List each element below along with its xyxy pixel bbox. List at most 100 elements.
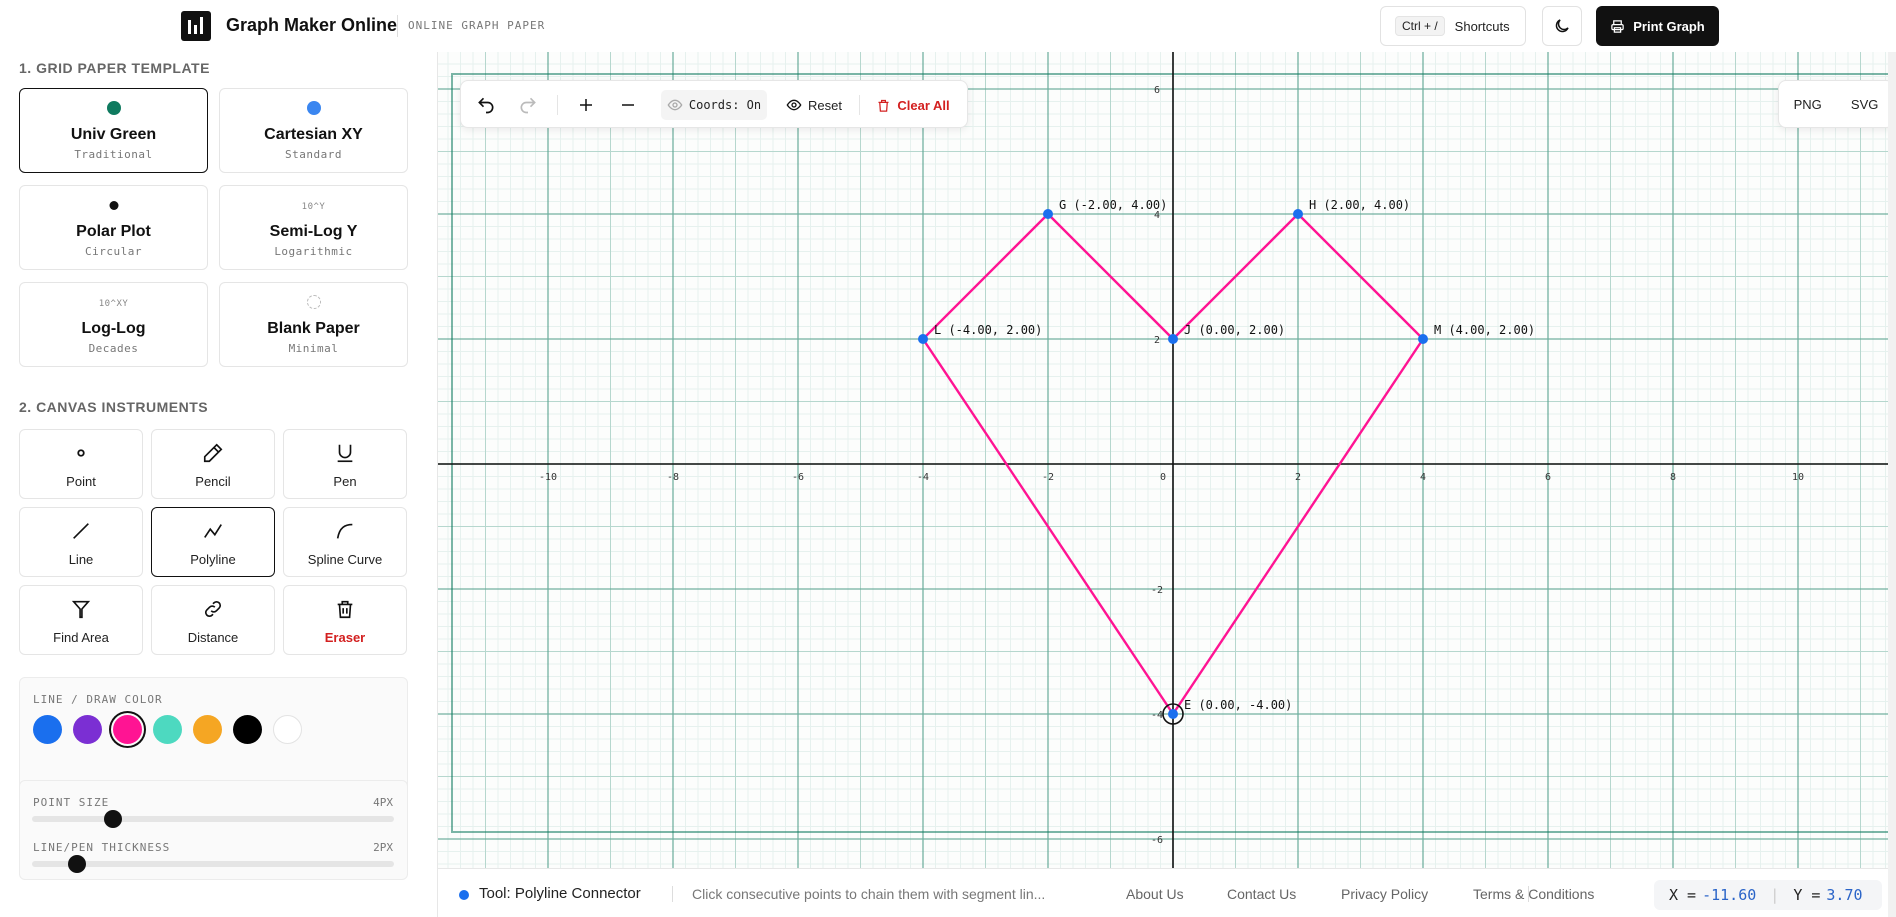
polyline-icon (204, 524, 222, 538)
tool-pen[interactable]: Pen (283, 429, 407, 499)
thickness-label: LINE/PEN THICKNESS (33, 841, 171, 854)
shortcuts-label: Shortcuts (1454, 18, 1510, 34)
clear-all-label: Clear All (897, 97, 950, 113)
point-label-g: G (-2.00, 4.00) (1059, 198, 1167, 212)
tool-label: Distance (187, 630, 239, 645)
reset-button[interactable]: Reset (781, 81, 847, 129)
instruments-section-title: 2. CANVAS INSTRUMENTS (19, 399, 209, 415)
shortcut-key-badge: Ctrl + / (1395, 16, 1445, 36)
thickness-value: 2PX (373, 841, 393, 854)
template-name: Semi-Log Y (269, 223, 358, 240)
coords-toggle[interactable]: Coords: On (661, 90, 767, 120)
pen-icon (337, 444, 353, 463)
shortcuts-button[interactable]: Ctrl + / Shortcuts (1380, 6, 1526, 46)
template-polar-plot[interactable]: Polar Plot Circular (19, 185, 208, 270)
zoom-out-button[interactable] (611, 81, 645, 129)
color-swatch-pink[interactable] (113, 715, 142, 744)
template-semi-log-y[interactable]: 10^Y Semi-Log Y Logarithmic (219, 185, 408, 270)
print-graph-button[interactable]: Print Graph (1596, 6, 1719, 46)
spline-icon (336, 523, 353, 539)
x-tick-label: 0 (1160, 472, 1166, 483)
template-univ-green[interactable]: Univ Green Traditional (19, 88, 208, 173)
tool-distance[interactable]: Distance (151, 585, 275, 655)
logo-chart-icon (181, 11, 211, 41)
x-tick-label: 2 (1295, 472, 1301, 483)
template-subtitle: Standard (285, 148, 342, 161)
clear-all-button[interactable]: Clear All (871, 81, 955, 129)
color-swatch-black[interactable] (233, 715, 262, 744)
tool-point[interactable]: Point (19, 429, 143, 499)
tool-eraser[interactable]: Eraser (283, 585, 407, 655)
status-hint: Click consecutive points to chain them w… (692, 886, 1046, 902)
point-icon (77, 449, 85, 457)
template-blank-paper[interactable]: Blank Paper Minimal (219, 282, 408, 367)
plus-icon (580, 99, 592, 111)
thickness-slider-handle[interactable] (68, 855, 87, 873)
color-swatch-orange[interactable] (193, 715, 222, 744)
trash-icon (337, 600, 353, 619)
y-tick-label: -4 (1151, 710, 1163, 721)
export-png-button[interactable]: PNG (1794, 97, 1822, 112)
template-cartesian-xy[interactable]: Cartesian XY Standard (219, 88, 408, 173)
tool-pencil[interactable]: Pencil (151, 429, 275, 499)
x-tick-label: 10 (1792, 472, 1804, 483)
sidebar: 1. GRID PAPER TEMPLATE Univ Green Tradit… (0, 52, 438, 917)
page-scrollbar[interactable] (1888, 52, 1896, 917)
black-dot-icon (109, 201, 118, 210)
brand-divider (397, 15, 398, 37)
point-label-l: L (-4.00, 2.00) (934, 323, 1042, 337)
y-tick-label: 6 (1154, 85, 1160, 96)
graph-background (438, 52, 1896, 868)
template-subtitle: Logarithmic (274, 245, 353, 258)
tool-line[interactable]: Line (19, 507, 143, 577)
brand-subtitle: ONLINE GRAPH PAPER (408, 19, 546, 32)
footer-link-about[interactable]: About Us (1126, 886, 1184, 902)
tool-polyline[interactable]: Polyline (151, 507, 275, 577)
point-l (918, 334, 928, 344)
template-log-log[interactable]: 10^XY Log-Log Decades (19, 282, 208, 367)
color-swatch-purple[interactable] (73, 715, 102, 744)
eye-icon (667, 99, 683, 111)
minus-icon (622, 104, 634, 106)
footer-link-terms[interactable]: Terms & Conditions (1473, 886, 1594, 902)
point-label-h: H (2.00, 4.00) (1309, 198, 1410, 212)
x-tick-label: 8 (1670, 472, 1676, 483)
export-svg-button[interactable]: SVG (1851, 97, 1878, 112)
point-e (1168, 709, 1178, 719)
footer-link-privacy[interactable]: Privacy Policy (1341, 886, 1428, 902)
x-tick-label: -2 (1042, 472, 1054, 483)
coords-label: Coords: On (688, 98, 762, 112)
graph-canvas[interactable]: -10 -8 -6 -4 -2 0 2 4 6 8 10 6 4 2 -2 -4 -6 G (-2.00, 4.0… (438, 52, 1896, 868)
point-size-slider-handle[interactable] (104, 810, 123, 828)
canvas-toolbar: Coords: On Reset Clear All (460, 80, 968, 128)
redo-button[interactable] (511, 81, 545, 129)
size-panel: POINT SIZE 4PX LINE/PEN THICKNESS 2PX (19, 780, 408, 880)
tool-spline-curve[interactable]: Spline Curve (283, 507, 407, 577)
dark-mode-toggle[interactable] (1542, 6, 1582, 46)
thickness-slider[interactable] (32, 855, 394, 873)
print-graph-label: Print Graph (1633, 18, 1705, 34)
color-swatch-teal[interactable] (153, 715, 182, 744)
point-size-value: 4PX (373, 796, 393, 809)
templates-section-title: 1. GRID PAPER TEMPLATE (19, 60, 210, 76)
template-subtitle: Minimal (288, 342, 339, 355)
undo-icon (478, 97, 494, 114)
graph-paper[interactable]: -10 -8 -6 -4 -2 0 2 4 6 8 10642-2-4-6G (-2.00, 4.0… (438, 52, 1896, 868)
blue-dot-icon (306, 101, 321, 115)
x-value: -11.60 (1702, 886, 1757, 904)
undo-button[interactable] (469, 81, 503, 129)
tool-label: Point (66, 474, 96, 489)
dashed-circle-icon (306, 295, 321, 309)
color-swatch-blue[interactable] (33, 715, 62, 744)
zoom-in-button[interactable] (569, 81, 603, 129)
x-tick-label: -6 (792, 472, 804, 483)
x-tick-label: -4 (917, 472, 929, 483)
color-swatch-white[interactable] (273, 715, 302, 744)
green-dot-icon (106, 101, 121, 115)
tool-find-area[interactable]: Find Area (19, 585, 143, 655)
footer-link-contact[interactable]: Contact Us (1227, 886, 1296, 902)
printer-icon (1611, 19, 1624, 33)
template-name: Cartesian XY (264, 126, 363, 143)
point-size-slider[interactable] (32, 810, 394, 828)
reset-label: Reset (808, 97, 842, 113)
